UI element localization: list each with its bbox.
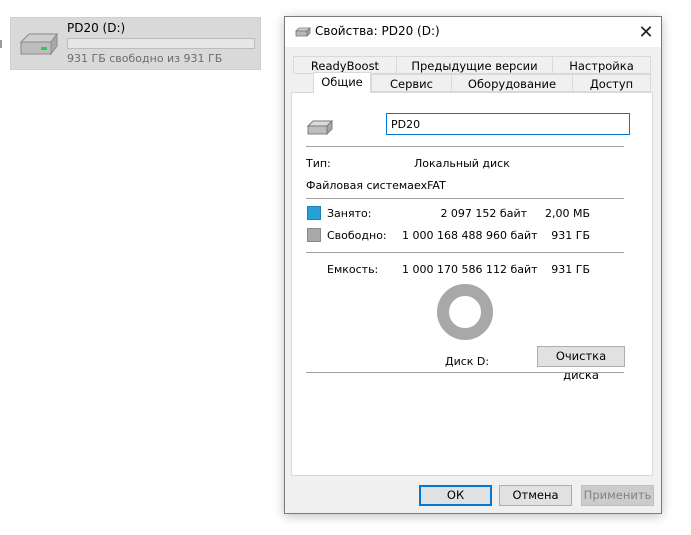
dialog-title: Свойства: PD20 (D:)	[315, 24, 440, 38]
disk-usage-donut	[437, 284, 493, 340]
filesystem-value: exFAT	[414, 179, 446, 192]
drive-small-icon	[295, 27, 311, 37]
drive-usage-bar	[67, 38, 255, 49]
free-color-swatch	[307, 228, 321, 242]
drive-tile-pd20[interactable]: PD20 (D:) 931 ГБ свободно из 931 ГБ	[10, 17, 261, 70]
properties-dialog: Свойства: PD20 (D:) ✕ ReadyBoost Предыду…	[284, 16, 662, 514]
tab-previous-versions[interactable]: Предыдущие версии	[396, 56, 553, 74]
type-value: Локальный диск	[414, 157, 510, 170]
capacity-bytes: 1 000 170 586 112 байт	[402, 263, 538, 276]
drive-free-text: 931 ГБ свободно из 931 ГБ	[67, 52, 223, 65]
tab-sharing[interactable]: Доступ	[572, 74, 651, 92]
disk-cleanup-button[interactable]: Очистка диска	[537, 346, 625, 382]
cancel-button[interactable]: Отмена	[499, 485, 572, 506]
drive-title: PD20 (D:)	[67, 21, 126, 35]
drive-icon	[19, 32, 58, 56]
apply-button[interactable]: Применить	[581, 485, 654, 506]
tab-service[interactable]: Сервис	[371, 74, 452, 92]
disk-letter-label: Диск D:	[445, 355, 490, 368]
free-human: 931 ГБ	[551, 229, 590, 242]
used-label: Занято:	[327, 207, 372, 220]
separator	[306, 252, 624, 253]
capacity-label: Емкость:	[327, 263, 379, 276]
filesystem-label: Файловая система:	[306, 179, 418, 192]
type-label: Тип:	[306, 157, 331, 170]
volume-name-input[interactable]	[386, 113, 630, 135]
used-color-swatch	[307, 206, 321, 220]
tab-hardware[interactable]: Оборудование	[451, 74, 573, 92]
separator	[306, 198, 624, 199]
drive-volume-icon	[306, 119, 334, 136]
free-label: Свободно:	[327, 229, 387, 242]
ok-button[interactable]: ОК	[419, 485, 492, 506]
free-bytes: 1 000 168 488 960 байт	[402, 229, 538, 242]
close-icon[interactable]: ✕	[631, 17, 661, 47]
used-human: 2,00 МБ	[544, 207, 590, 220]
used-bytes: 2 097 152 байт	[440, 207, 527, 220]
separator	[306, 372, 624, 373]
separator	[306, 146, 624, 147]
capacity-human: 931 ГБ	[551, 263, 590, 276]
tab-customize[interactable]: Настройка	[552, 56, 651, 74]
left-edge-marker	[0, 40, 2, 48]
general-tab-panel: Тип: Локальный диск Файловая система: ex…	[291, 92, 653, 476]
tab-general[interactable]: Общие	[313, 72, 371, 93]
dialog-titlebar[interactable]: Свойства: PD20 (D:) ✕	[285, 17, 661, 47]
